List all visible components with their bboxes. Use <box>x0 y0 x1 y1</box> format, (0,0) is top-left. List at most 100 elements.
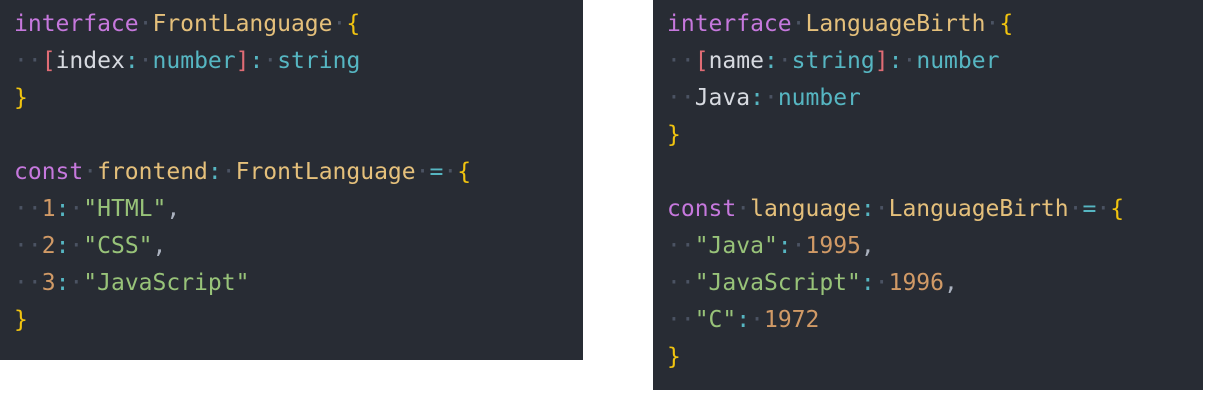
whitespace-dot: · <box>791 11 806 37</box>
close-brace: } <box>14 85 28 111</box>
whitespace-dot: · <box>263 48 278 74</box>
indent-dots: ·· <box>14 270 42 296</box>
variable-name: frontend <box>97 159 208 185</box>
code-line-close-interface: } <box>14 80 583 117</box>
index-type: string <box>791 48 875 74</box>
open-brace: { <box>1110 196 1125 222</box>
entry-separator: , <box>860 233 875 259</box>
colon: : <box>777 233 792 259</box>
indent-dots: ·· <box>14 48 42 74</box>
code-line-entry: ··1:·"HTML", <box>14 191 583 228</box>
keyword-interface: interface <box>667 11 792 37</box>
open-brace: { <box>457 159 472 185</box>
close-brace: } <box>667 344 681 370</box>
code-line-entry: ··3:·"JavaScript" <box>14 265 583 302</box>
entry-value: "CSS" <box>83 233 153 259</box>
close-brace: } <box>667 122 681 148</box>
property-type: number <box>777 85 861 111</box>
colon: : <box>888 48 903 74</box>
entry-value: 1996 <box>888 270 944 296</box>
index-param: index <box>55 48 125 74</box>
whitespace-dot: · <box>791 233 806 259</box>
interface-name: LanguageBirth <box>805 11 986 37</box>
close-brace: } <box>14 307 28 333</box>
colon: : <box>860 196 875 222</box>
code-line-index-signature: ··[index:·number]:·string <box>14 43 583 80</box>
property-name: Java <box>694 85 751 111</box>
whitespace-dot: · <box>69 196 84 222</box>
whitespace-dot: · <box>874 196 889 222</box>
bracket-open: [ <box>694 48 709 74</box>
code-line-index-signature: ··[name:·string]:·number <box>667 43 1203 80</box>
whitespace-dot: · <box>69 270 84 296</box>
colon: : <box>55 196 70 222</box>
keyword-interface: interface <box>14 11 139 37</box>
whitespace-dot: · <box>83 159 98 185</box>
entry-key: "JavaScript" <box>694 270 861 296</box>
code-panel-right: interface·LanguageBirth·{ ··[name:·strin… <box>653 0 1203 390</box>
whitespace-dot: · <box>1096 196 1111 222</box>
variable-type: LanguageBirth <box>888 196 1069 222</box>
code-line-close-object: } <box>14 302 583 339</box>
colon: : <box>249 48 264 74</box>
indent-dots: ·· <box>14 196 42 222</box>
colon: : <box>55 270 70 296</box>
whitespace-dot: · <box>874 270 889 296</box>
indent-dots: ·· <box>667 307 695 333</box>
whitespace-dot: · <box>750 307 764 333</box>
open-brace: { <box>346 11 361 37</box>
keyword-const: const <box>667 196 737 222</box>
code-line-interface-decl: interface·FrontLanguage·{ <box>14 6 583 43</box>
code-line-entry: ··"C":·1972 <box>667 302 1203 339</box>
code-line-entry: ··2:·"CSS", <box>14 228 583 265</box>
code-line-close-interface: } <box>667 117 1203 154</box>
entry-key: 3 <box>41 270 56 296</box>
entry-value: 1995 <box>805 233 861 259</box>
whitespace-dot: · <box>332 11 347 37</box>
colon: : <box>750 85 764 111</box>
whitespace-dot: · <box>1068 196 1083 222</box>
indent-dots: ·· <box>667 270 695 296</box>
entry-separator: , <box>152 233 167 259</box>
indent-dots: ·· <box>667 48 695 74</box>
indent-dots: ·· <box>667 233 695 259</box>
code-line-property: ··Java:·number <box>667 80 1203 117</box>
whitespace-dot: · <box>138 11 153 37</box>
entry-value: "HTML" <box>83 196 167 222</box>
colon: : <box>763 48 778 74</box>
entry-key: "C" <box>694 307 737 333</box>
whitespace-dot: · <box>736 196 751 222</box>
whitespace-dot: · <box>763 85 778 111</box>
entry-key: 2 <box>41 233 56 259</box>
code-line-const-decl: const·language:·LanguageBirth·=·{ <box>667 191 1203 228</box>
whitespace-dot: · <box>138 48 153 74</box>
entry-separator: , <box>943 270 958 296</box>
index-type: number <box>152 48 236 74</box>
colon: : <box>736 307 751 333</box>
assign-operator: = <box>1082 196 1097 222</box>
value-type: number <box>916 48 1000 74</box>
whitespace-dot: · <box>415 159 430 185</box>
variable-type: FrontLanguage <box>235 159 416 185</box>
interface-name: FrontLanguage <box>152 11 333 37</box>
whitespace-dot: · <box>777 48 792 74</box>
index-param: name <box>708 48 764 74</box>
variable-name: language <box>750 196 861 222</box>
code-panel-left: interface·FrontLanguage·{ ··[index:·numb… <box>0 0 583 360</box>
entry-value: 1972 <box>763 307 820 333</box>
colon: : <box>207 159 222 185</box>
whitespace-dot: · <box>443 159 458 185</box>
whitespace-dot: · <box>985 11 1000 37</box>
code-line-entry: ··"Java":·1995, <box>667 228 1203 265</box>
entry-separator: , <box>166 196 181 222</box>
indent-dots: ·· <box>667 85 695 111</box>
colon: : <box>55 233 70 259</box>
colon: : <box>860 270 875 296</box>
value-type: string <box>277 48 361 74</box>
code-line-const-decl: const·frontend:·FrontLanguage·=·{ <box>14 154 583 191</box>
bracket-close: ] <box>874 48 889 74</box>
keyword-const: const <box>14 159 84 185</box>
indent-dots: ·· <box>14 233 42 259</box>
